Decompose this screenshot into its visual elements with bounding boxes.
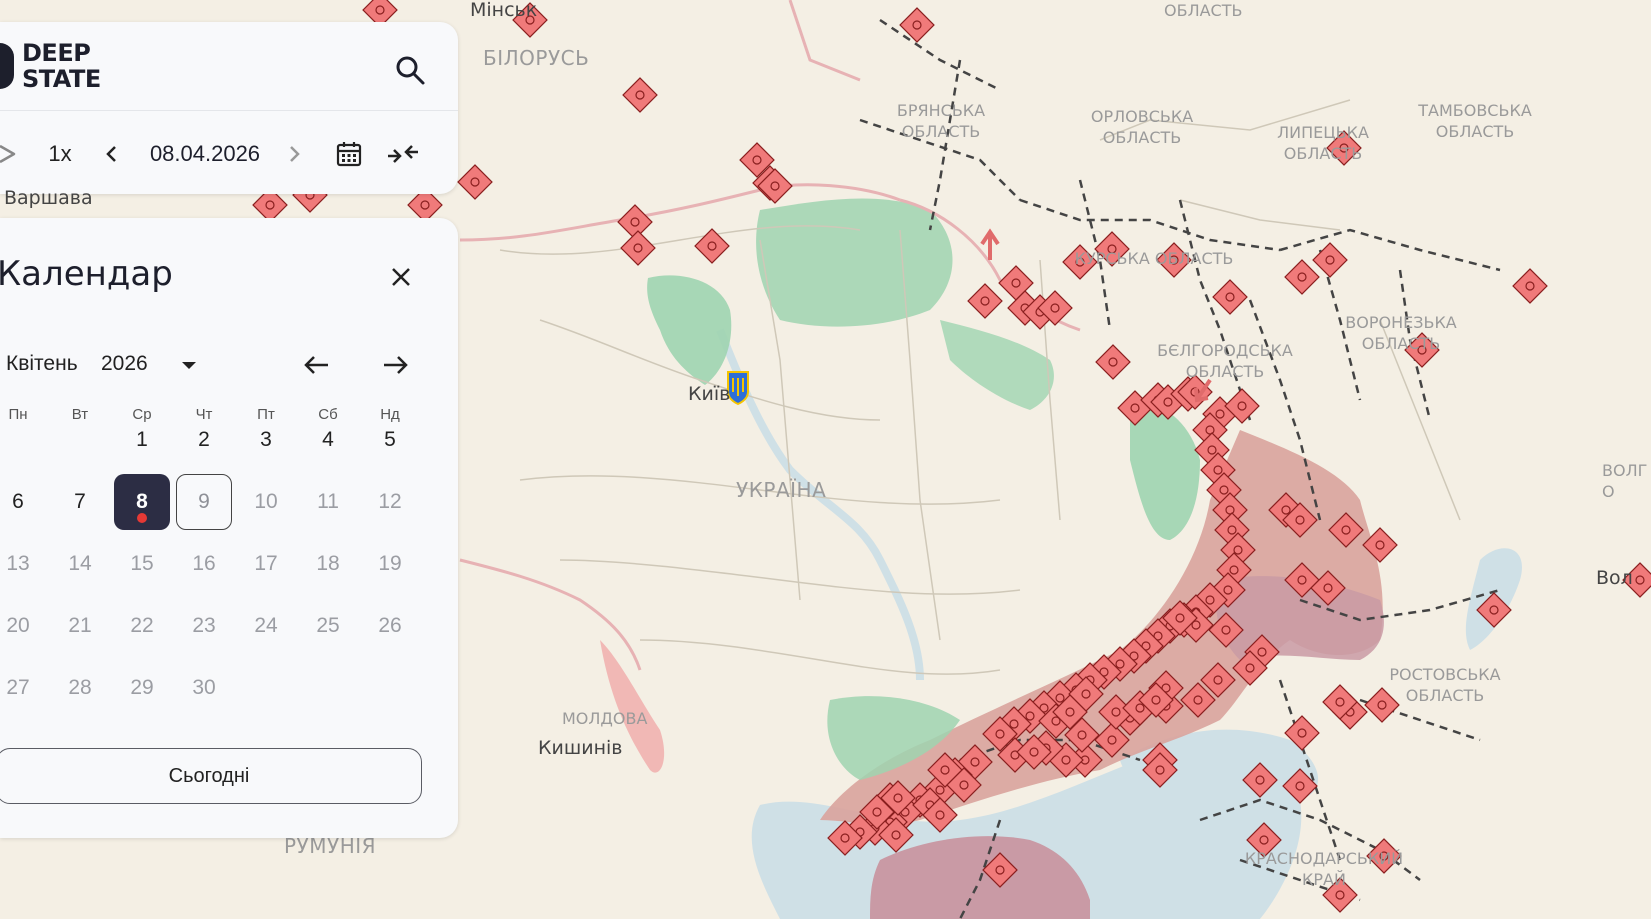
calendar-day[interactable]: 25 <box>300 598 356 654</box>
calendar-day[interactable]: 30 <box>176 660 232 716</box>
calendar-day[interactable]: 4 <box>300 412 356 468</box>
logo-line-2: STATE <box>22 65 101 93</box>
calendar-month[interactable]: Квітень <box>6 352 78 376</box>
unit-marker[interactable] <box>457 164 493 200</box>
river-dnipro <box>716 328 924 681</box>
current-date[interactable]: 08.04.2026 <box>142 132 268 176</box>
unit-marker[interactable] <box>1366 838 1402 874</box>
unit-marker[interactable] <box>622 77 658 113</box>
header-card: DEEP STATE 1x 08.04.2026 <box>0 22 458 194</box>
prev-month-button[interactable] <box>300 348 334 382</box>
timeline-toolbar: 1x 08.04.2026 <box>0 132 458 176</box>
today-button[interactable]: Сьогодні <box>0 748 422 804</box>
calendar-day[interactable]: 14 <box>52 536 108 592</box>
calendar-day[interactable]: 1 <box>114 412 170 468</box>
unit-marker[interactable] <box>1284 259 1320 295</box>
calendar-day[interactable]: 7 <box>52 474 108 530</box>
calendar-day[interactable]: 29 <box>114 660 170 716</box>
search-icon <box>396 56 425 85</box>
next-month-button[interactable] <box>378 348 412 382</box>
weekday-label: Вт <box>71 406 89 423</box>
unit-marker[interactable] <box>1062 244 1098 280</box>
calendar-day-selected[interactable]: 8 <box>114 474 170 530</box>
logo-mark-icon <box>0 43 14 89</box>
unit-marker[interactable] <box>694 228 730 264</box>
unit-marker[interactable] <box>1622 562 1651 598</box>
calendar-day[interactable]: 18 <box>300 536 356 592</box>
calendar-day[interactable]: 11 <box>300 474 356 530</box>
unit-marker[interactable] <box>1095 344 1131 380</box>
calendar-day[interactable]: 24 <box>238 598 294 654</box>
unit-marker[interactable] <box>1364 687 1400 723</box>
compare-arrows-icon <box>388 145 418 163</box>
calendar-button[interactable] <box>334 132 364 176</box>
arrow-left-icon <box>304 356 328 374</box>
liberated-kharkiv <box>1130 400 1200 540</box>
calendar-day[interactable]: 6 <box>0 474 46 530</box>
liberated-chernihiv <box>756 198 953 327</box>
calendar-day[interactable]: 28 <box>52 660 108 716</box>
calendar-day[interactable]: 27 <box>0 660 46 716</box>
unit-marker[interactable] <box>967 283 1003 319</box>
calendar-day[interactable]: 9 <box>176 474 232 530</box>
calendar-day[interactable]: 3 <box>238 412 294 468</box>
logo-line-1: DEEP <box>22 39 91 67</box>
logo[interactable]: DEEP STATE <box>0 36 101 96</box>
unit-marker[interactable] <box>1322 877 1358 913</box>
play-button[interactable] <box>0 132 20 176</box>
calendar-title: Календар <box>0 254 173 294</box>
calendar-day[interactable]: 16 <box>176 536 232 592</box>
calendar-day[interactable]: 21 <box>52 598 108 654</box>
liberated-sumy <box>940 320 1054 410</box>
unit-marker[interactable] <box>1156 242 1192 278</box>
calendar-day[interactable]: 5 <box>362 412 418 468</box>
caret-down-icon <box>182 362 196 369</box>
unit-marker[interactable] <box>1094 231 1130 267</box>
unit-marker[interactable] <box>620 230 656 266</box>
unit-marker[interactable] <box>1326 130 1362 166</box>
transnistria <box>600 640 665 773</box>
unit-marker[interactable] <box>1512 268 1548 304</box>
calendar-day[interactable]: 23 <box>176 598 232 654</box>
chevron-right-icon <box>290 146 300 162</box>
calendar-day[interactable]: 15 <box>114 536 170 592</box>
marker-layer <box>252 0 1651 913</box>
play-icon <box>0 144 16 164</box>
header-divider <box>0 110 458 111</box>
calendar-year[interactable]: 2026 <box>101 352 148 376</box>
liberated-kyiv <box>647 275 732 385</box>
calendar-day[interactable]: 19 <box>362 536 418 592</box>
calendar-day[interactable]: 22 <box>114 598 170 654</box>
calendar-day[interactable]: 17 <box>238 536 294 592</box>
calendar-day[interactable]: 20 <box>0 598 46 654</box>
search-button[interactable] <box>390 50 430 90</box>
unit-marker[interactable] <box>1404 332 1440 368</box>
calendar-icon <box>336 142 362 167</box>
calendar-day[interactable]: 26 <box>362 598 418 654</box>
calendar-day[interactable]: 10 <box>238 474 294 530</box>
calendar-day[interactable]: 12 <box>362 474 418 530</box>
calendar-panel: Календар Квітень 2026 Пн Вт Ср Чт Пт Сб Нд 123… <box>0 218 458 838</box>
weekday-label: Пн <box>8 406 28 423</box>
year-dropdown[interactable] <box>176 352 202 378</box>
close-icon <box>392 268 410 286</box>
next-date-button[interactable] <box>282 132 306 176</box>
arrow-right-icon <box>384 356 408 374</box>
chevron-left-icon <box>106 146 116 162</box>
speed-button[interactable]: 1x <box>40 132 80 176</box>
calendar-day[interactable]: 2 <box>176 412 232 468</box>
compare-button[interactable] <box>386 132 420 176</box>
kyiv-shield-icon <box>727 371 749 406</box>
calendar-day[interactable]: 13 <box>0 536 46 592</box>
close-button[interactable] <box>386 262 416 292</box>
prev-date-button[interactable] <box>100 132 124 176</box>
unit-marker[interactable] <box>512 2 548 38</box>
unit-marker[interactable] <box>1212 279 1248 315</box>
unit-marker[interactable] <box>1312 242 1348 278</box>
